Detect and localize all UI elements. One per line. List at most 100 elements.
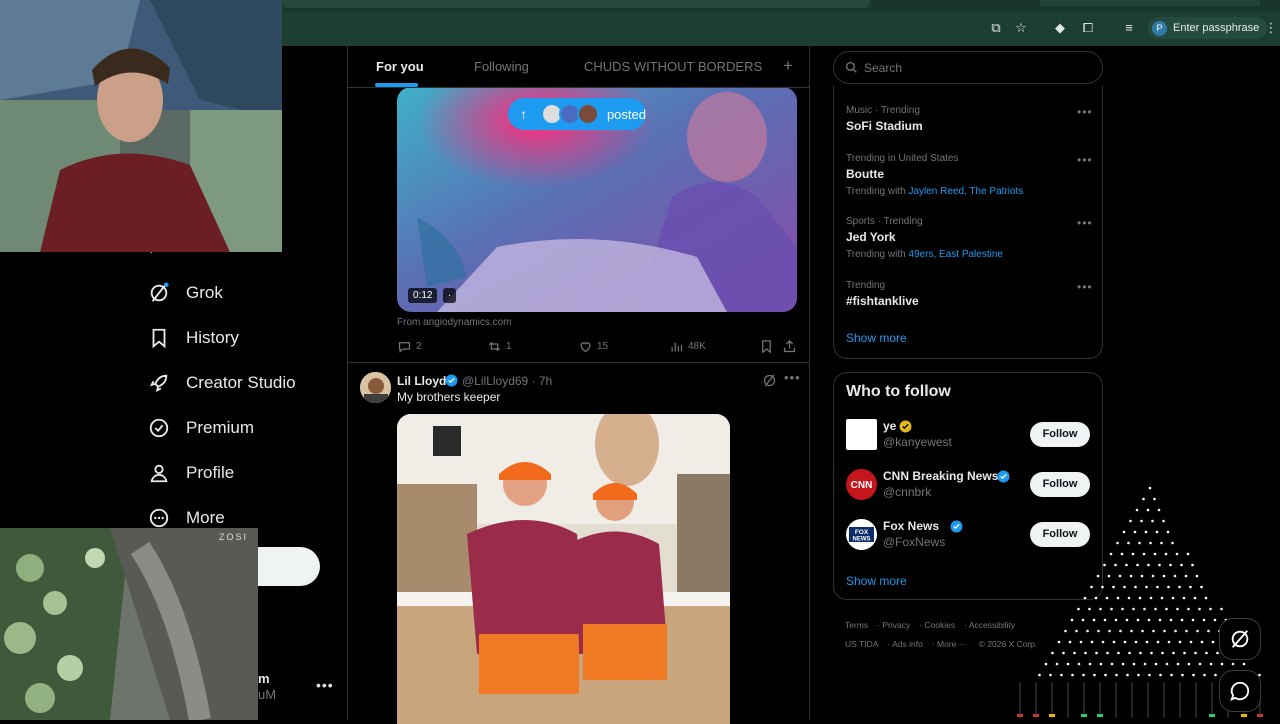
cnn-logo-icon[interactable]: CNN <box>846 469 877 500</box>
like-button[interactable]: 15 <box>578 338 608 354</box>
messages-floating-button[interactable] <box>1219 670 1261 712</box>
add-tab-icon[interactable]: + <box>783 56 793 76</box>
decoration-dot <box>1242 662 1246 666</box>
footer-link[interactable]: Ads info <box>892 639 923 649</box>
browser-tab[interactable] <box>1040 0 1260 6</box>
trend-more-icon[interactable]: ••• <box>1077 216 1093 230</box>
repost-button[interactable]: 1 <box>487 338 512 354</box>
footer-link[interactable]: Accessibility <box>969 620 1015 630</box>
sidebar-item-history[interactable]: History <box>148 323 239 353</box>
fox-news-logo-icon[interactable]: FOX NEWS <box>846 519 877 550</box>
link-source[interactable]: From angiodynamics.com <box>397 317 511 328</box>
decoration-dot <box>1191 618 1195 622</box>
trend-related-links[interactable]: 49ers, East Palestine <box>908 249 1003 260</box>
decoration-dot <box>1132 607 1135 611</box>
account-more-icon[interactable]: ••• <box>316 677 334 693</box>
sidebar-item-profile[interactable]: Profile <box>148 458 234 488</box>
suggestion-name[interactable]: CNN Breaking News <box>883 469 998 483</box>
share-button[interactable] <box>782 338 797 354</box>
trend-item[interactable]: Sports · Trending Jed York Trending with… <box>846 216 1003 260</box>
decoration-dot <box>1140 574 1144 578</box>
decoration-dot <box>1114 563 1117 567</box>
post-author-handle[interactable]: @LilLloyd69 · 7h <box>462 374 552 388</box>
sidebar-item-label: Premium <box>186 418 255 437</box>
post-more-icon[interactable]: ••• <box>784 370 801 385</box>
reply-button[interactable]: 2 <box>397 338 422 354</box>
footer-link[interactable]: Privacy <box>882 620 910 630</box>
trend-more-icon[interactable]: ••• <box>1077 280 1093 294</box>
decoration-dot <box>1214 673 1217 677</box>
sidebar-item-creator-studio[interactable]: Creator Studio <box>148 368 296 398</box>
decoration-dot <box>1135 508 1139 512</box>
browser-tab-active[interactable] <box>282 0 870 8</box>
decoration-dot <box>1075 629 1078 633</box>
decoration-dot <box>1134 640 1138 644</box>
trend-item[interactable]: Trending in United States Boutte Trendin… <box>846 153 1023 197</box>
decoration-dot <box>1062 651 1065 655</box>
account-name[interactable]: m <box>258 671 270 686</box>
bookmark-star-icon[interactable]: ☆ <box>1012 19 1030 37</box>
svg-text:NEWS: NEWS <box>853 537 871 543</box>
follow-button[interactable]: Follow <box>1030 422 1090 447</box>
grok-icon[interactable] <box>762 373 777 388</box>
extensions-puzzle-icon[interactable]: ⧠ <box>1079 19 1097 37</box>
decoration-dot <box>1096 574 1100 578</box>
grok-floating-button[interactable] <box>1219 618 1261 660</box>
decoration-dot <box>1180 618 1184 622</box>
trend-item[interactable]: Music · Trending SoFi Stadium <box>846 105 923 133</box>
decoration-dot <box>1129 519 1132 523</box>
sidebar-item-grok[interactable]: Grok <box>148 278 223 308</box>
trends-show-more-link[interactable]: Show more <box>846 331 907 345</box>
passphrase-label: Enter passphrase <box>1173 22 1260 34</box>
suggestion-name[interactable]: Fox News <box>883 519 939 533</box>
decoration-dot <box>1145 640 1149 644</box>
decoration-dot <box>1183 651 1186 655</box>
trend-related: Trending with 49ers, East Palestine <box>846 249 1003 260</box>
trend-more-icon[interactable]: ••• <box>1077 105 1093 119</box>
footer-link[interactable]: Cookies <box>924 620 955 630</box>
decoration-dot <box>1088 607 1091 611</box>
account-handle[interactable]: uM <box>258 687 276 702</box>
decoration-dot <box>1176 607 1179 611</box>
views-button[interactable]: 48K <box>669 338 706 354</box>
decoration-dot <box>1184 574 1188 578</box>
sidebar-item-label: Profile <box>186 463 235 482</box>
trend-name: Boutte <box>846 167 884 181</box>
decoration-dot <box>1167 640 1171 644</box>
trend-item[interactable]: Trending #fishtanklive <box>846 280 919 308</box>
extension-icon[interactable]: ◆ <box>1051 19 1069 37</box>
post-divider <box>348 362 809 363</box>
trend-more-icon[interactable]: ••• <box>1077 153 1093 167</box>
sidebar-item-premium[interactable]: Premium <box>148 413 254 443</box>
decoration-dot <box>1142 552 1146 556</box>
reading-list-icon[interactable]: ≡ <box>1120 19 1138 37</box>
post-image[interactable] <box>397 414 730 724</box>
footer-link[interactable]: More ··· <box>937 639 967 649</box>
decoration-dot <box>1144 530 1148 534</box>
decoration-dot <box>1162 519 1165 523</box>
video-indicator: . <box>443 288 456 303</box>
decoration-dot <box>1147 563 1150 567</box>
decoration-dot <box>1202 618 1206 622</box>
install-app-icon[interactable]: ⧉ <box>987 19 1005 37</box>
decoration-dot <box>1090 640 1094 644</box>
decoration-dot <box>1149 596 1153 600</box>
suggestion-name[interactable]: ye <box>883 419 896 433</box>
tab-chuds-without-borders[interactable]: CHUDS WITHOUT BORDERS <box>584 59 762 74</box>
passphrase-button[interactable]: P Enter passphrase <box>1148 17 1268 39</box>
search-box[interactable]: Search <box>833 51 1103 84</box>
trend-related-links[interactable]: Jaylen Reed, The Patriots <box>908 186 1023 197</box>
tab-for-you[interactable]: For you <box>376 59 424 74</box>
avatar[interactable] <box>846 419 877 450</box>
post-author-name[interactable]: Lil Lloyd <box>397 374 446 388</box>
decoration-dot <box>1203 673 1206 677</box>
avatar[interactable] <box>360 372 391 403</box>
footer-link[interactable]: Terms <box>845 620 868 630</box>
new-posts-pill[interactable]: ↑ posted <box>508 98 646 130</box>
who-to-follow-show-more-link[interactable]: Show more <box>846 574 907 588</box>
footer-link[interactable]: US TIDA <box>845 639 878 649</box>
tab-following[interactable]: Following <box>474 59 529 74</box>
browser-menu-icon[interactable]: ⋮ <box>1262 19 1280 37</box>
bookmark-button[interactable] <box>759 338 774 354</box>
follow-suggestion[interactable]: ye @kanyewest Follow <box>846 417 1092 453</box>
